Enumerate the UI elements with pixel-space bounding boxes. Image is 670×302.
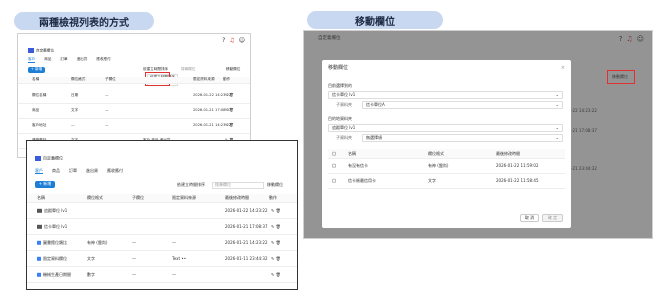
chevron-down-icon: ⌄ bbox=[555, 125, 559, 130]
target-select[interactable]: 追蹤單位 lv1 ⌄ bbox=[328, 124, 563, 132]
edit-icon[interactable]: ✎ 🗑 bbox=[271, 223, 281, 228]
table-row[interactable]: 限定資料欄位 文字 — Text •• 2026-01-11 23:44:32 … bbox=[27, 251, 297, 267]
app-title: 自定義欄位 bbox=[35, 156, 63, 161]
add-button[interactable]: + 新增 bbox=[28, 67, 45, 73]
edit-icon[interactable]: ✎ 🗑 bbox=[225, 108, 234, 113]
move-button[interactable]: 移動欄位 bbox=[226, 67, 240, 72]
table-row[interactable]: 客戶地址 — — 2026-01-21 14:23:22 ✎ 🗑 bbox=[18, 119, 250, 134]
source-sub-label: 子資料夾 bbox=[336, 102, 352, 107]
chevron-down-icon: ⌄ bbox=[555, 135, 559, 140]
row-checkbox[interactable] bbox=[332, 178, 336, 183]
dialog-table-row[interactable]: 有沒有信卡 有神 (盤尚) 2026-01-22 11:59:02 bbox=[328, 159, 565, 174]
table-row[interactable]: 圖書館位類比 有神 (盤尚) — — 2026-01-21 14:23:22 ✎… bbox=[27, 235, 297, 251]
edit-icon[interactable]: ✎ 🗑 bbox=[271, 239, 281, 244]
table-header: 名稱 欄位格式 子欄位 限定資料來源 最後修改時間 動作 bbox=[27, 194, 297, 203]
tab-bar: 客戶 商品 訂單 進出貨 應收應付 bbox=[35, 168, 123, 175]
app-title: 自定義欄位 bbox=[28, 48, 54, 53]
view-select[interactable]: 依建立時間排序 bbox=[177, 182, 205, 187]
tab-bar: 客戶 商品 訂單 進出貨 應收應付 bbox=[28, 57, 111, 63]
edit-icon[interactable]: ✎ 🗑 bbox=[271, 271, 281, 276]
search-input[interactable]: 搜尋欄位 bbox=[212, 182, 264, 189]
target-label: 目的地資料夾 bbox=[328, 116, 352, 121]
add-button[interactable]: + 新增 bbox=[35, 181, 55, 188]
bell-icon[interactable]: ♫ bbox=[229, 37, 234, 44]
app-logo bbox=[28, 48, 34, 53]
table-row[interactable]: 信卡單位 lv1 2026-01-21 17:08:37 ✎ 🗑 bbox=[27, 219, 297, 235]
move-dialog: 移動欄位 × 目前選擇到的 信卡單位 lv1 ⌄ 子資料夾 信卡單位A ⌄ 目的地資… bbox=[322, 60, 571, 228]
edit-icon[interactable]: ✎ 🗑 bbox=[225, 93, 234, 98]
table-row[interactable]: 商品 文字 — 2026-01-21 17:08:37 ✎ 🗑 bbox=[18, 104, 250, 119]
app-logo bbox=[35, 156, 41, 161]
field-icon bbox=[37, 272, 41, 277]
chevron-down-icon: ⌄ bbox=[555, 102, 559, 107]
close-icon[interactable]: × bbox=[561, 65, 565, 72]
move-button[interactable]: 移動欄位 bbox=[267, 182, 283, 187]
help-icon[interactable]: ? bbox=[222, 37, 225, 44]
tab-customers[interactable]: 客戶 bbox=[35, 168, 43, 175]
front-window: 自定義欄位 客戶 商品 訂單 進出貨 應收應付 + 新增 依建立時間排序 搜尋欄… bbox=[26, 140, 298, 290]
table-row[interactable]: 追蹤單位 lv1 2026-01-22 14:23:22 ✎ 🗑 bbox=[27, 203, 297, 219]
table-row[interactable]: 欄位名稱 日期 — 2026-01-22 14:23:22 ✎ 🗑 bbox=[18, 89, 250, 104]
cancel-button[interactable]: 取 消 bbox=[520, 214, 539, 222]
tab-shipping[interactable]: 進出貨 bbox=[77, 57, 88, 63]
source-sub-select[interactable]: 信卡單位A ⌄ bbox=[362, 101, 563, 109]
row-checkbox[interactable] bbox=[332, 163, 336, 168]
tab-shipping[interactable]: 進出貨 bbox=[86, 168, 98, 174]
window-icons: ? ♫ ☺ bbox=[222, 37, 245, 44]
section-title-right: 移動欄位 bbox=[307, 11, 443, 29]
tab-orders[interactable]: 訂單 bbox=[60, 57, 67, 63]
edit-icon[interactable]: ✎ 🗑 bbox=[271, 255, 281, 260]
folder-icon bbox=[37, 224, 42, 229]
source-label: 目前選擇到的 bbox=[328, 83, 352, 88]
select-all-checkbox[interactable] bbox=[332, 151, 336, 156]
confirm-button[interactable]: 確 定 bbox=[542, 214, 563, 222]
tab-billing[interactable]: 應收應付 bbox=[107, 168, 123, 174]
move-window: 自定義欄位 ? ♫ ☺ 移動欄位 01-22 14:23:22 01-21 17… bbox=[303, 30, 653, 239]
source-select[interactable]: 信卡單位 lv1 ⌄ bbox=[328, 91, 563, 99]
edit-icon[interactable]: ✎ 🗑 bbox=[271, 207, 281, 212]
field-icon bbox=[37, 256, 41, 261]
user-icon[interactable]: ☺ bbox=[239, 37, 245, 44]
field-icon bbox=[37, 240, 41, 245]
tab-products[interactable]: 商品 bbox=[44, 57, 51, 63]
dialog-table-row[interactable]: 信卡賬最信用卡 文字 2026-01-22 11:58:45 bbox=[328, 174, 565, 189]
tab-billing[interactable]: 應收應付 bbox=[96, 57, 110, 63]
edit-icon[interactable]: ✎ 🗑 bbox=[225, 123, 234, 128]
chevron-down-icon: ⌄ bbox=[555, 92, 559, 97]
table-row[interactable]: 機械生產日期間 數字 — — ✎ 🗑 bbox=[27, 267, 297, 283]
search-input[interactable]: 搜尋欄位 bbox=[181, 67, 195, 72]
target-sub-select[interactable]: 無選擇項 ⌄ bbox=[362, 134, 563, 142]
tab-orders[interactable]: 訂單 bbox=[69, 168, 77, 174]
target-sub-label: 子資料夾 bbox=[336, 135, 352, 140]
dialog-table-header: 名稱 欄位格式 最後修改時間 bbox=[328, 149, 565, 159]
table-header: 名稱 欄位格式 子欄位 限定資料來源 動作 bbox=[18, 77, 250, 84]
tab-products[interactable]: 商品 bbox=[52, 168, 60, 174]
dialog-title: 移動欄位 bbox=[328, 65, 349, 71]
folder-icon bbox=[37, 208, 42, 213]
section-title-left: 兩種檢視列表的方式 bbox=[14, 12, 154, 30]
tab-customers[interactable]: 客戶 bbox=[28, 57, 36, 63]
move-button-highlight bbox=[607, 70, 635, 84]
